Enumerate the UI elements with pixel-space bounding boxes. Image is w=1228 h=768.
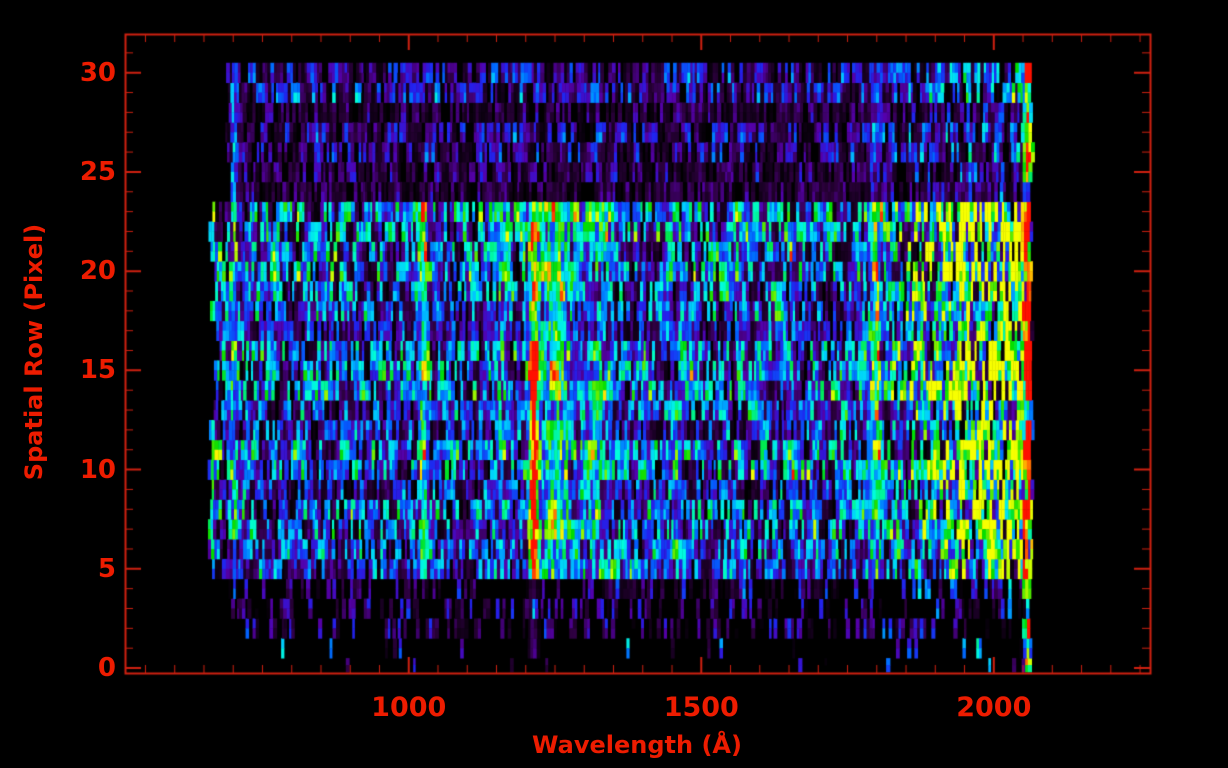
y-tick-label: 25: [79, 156, 116, 187]
y-tick-label: 5: [97, 553, 116, 584]
x-tick-label: 2000: [956, 692, 1032, 723]
y-tick-label: 0: [97, 653, 116, 684]
y-tick-label: 30: [79, 57, 116, 88]
page-root: ra_150928002315_hisb_lin.fit 0 5.00000e+…: [0, 0, 1228, 768]
x-tick-label: 1500: [663, 692, 739, 723]
y-tick-label: 20: [79, 256, 116, 287]
x-axis-title: Wavelength (Å): [532, 731, 742, 759]
spectral-heatmap-canvas: [0, 0, 1228, 768]
y-axis-title: Spatial Row (Pixel): [20, 223, 48, 481]
y-tick-label: 10: [79, 454, 116, 485]
y-tick-label: 15: [79, 355, 116, 386]
x-tick-label: 1000: [371, 692, 447, 723]
